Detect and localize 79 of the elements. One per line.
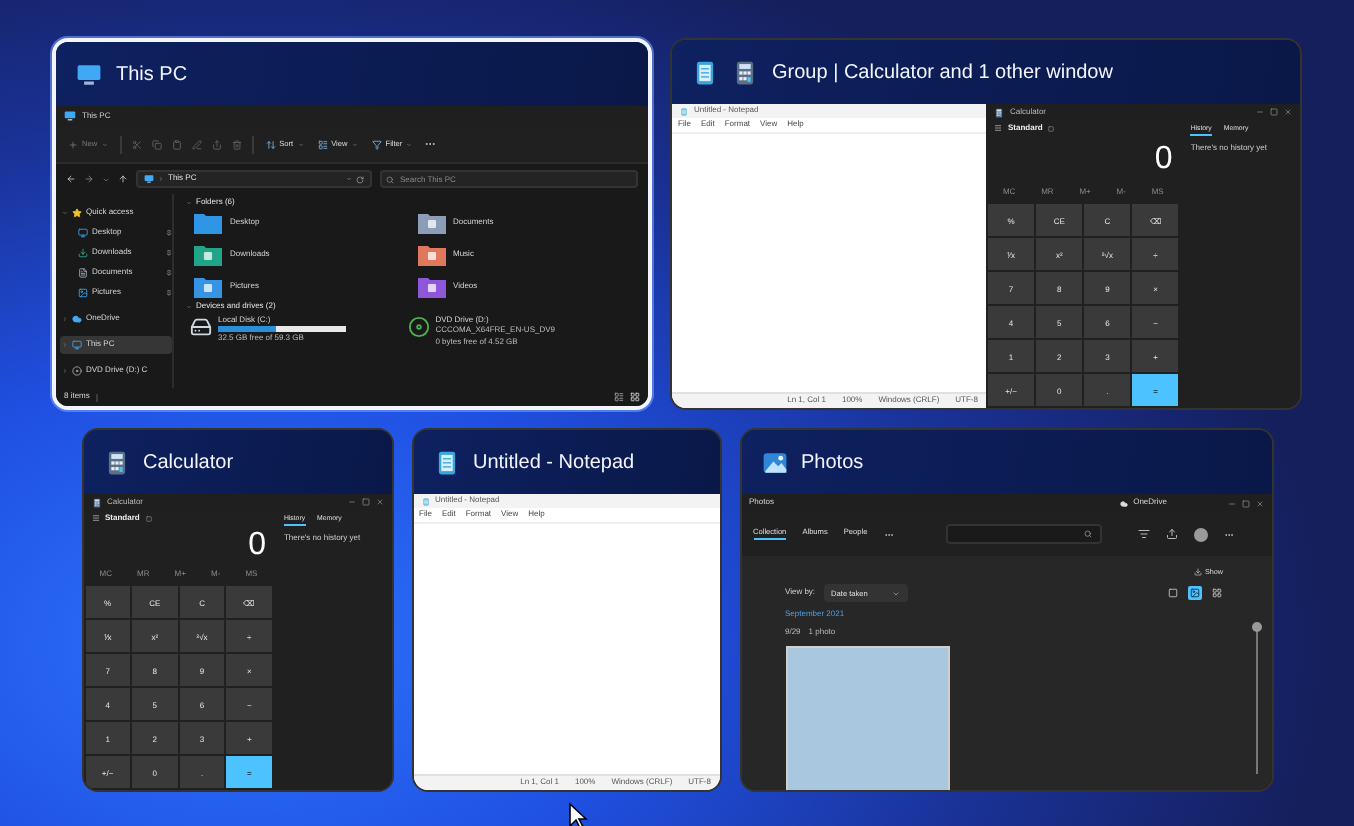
- notepad-icon: [692, 59, 718, 85]
- search-field[interactable]: [945, 524, 1102, 544]
- window-thumbnail[interactable]: [52, 38, 652, 410]
- view-mode-button[interactable]: [1187, 586, 1201, 600]
- pin-icon: [166, 290, 172, 296]
- folder-icon: [194, 275, 222, 298]
- list-icon[interactable]: [1137, 528, 1150, 540]
- calculator-display: 0: [1154, 144, 1173, 176]
- minimize-icon[interactable]: [1256, 108, 1264, 116]
- folder-icon: [417, 211, 445, 234]
- minimize-icon[interactable]: [1227, 499, 1235, 507]
- folder-icon: [417, 243, 445, 266]
- notepad-icon: [421, 497, 429, 505]
- cloud-icon: [1119, 499, 1128, 507]
- window-title: Photos: [801, 451, 864, 473]
- calculator-display: 0: [248, 530, 266, 562]
- mouse-pointer-icon: [568, 802, 588, 826]
- filter-icon: [371, 139, 382, 149]
- import-icon[interactable]: [1165, 528, 1178, 540]
- hard-drive-icon: [190, 315, 212, 338]
- document-icon: [78, 268, 88, 278]
- list-view-icon: [317, 139, 328, 149]
- search-icon: [1083, 530, 1092, 538]
- monitor-icon: [144, 174, 154, 184]
- window-title: Untitled - Notepad: [473, 451, 635, 473]
- grid-icon: [1211, 588, 1221, 598]
- avatar[interactable]: [1193, 527, 1208, 541]
- paste-icon[interactable]: [171, 139, 182, 149]
- keep-on-top-icon[interactable]: [1048, 125, 1055, 132]
- rename-icon[interactable]: [191, 139, 202, 149]
- calculator-icon: [994, 107, 1004, 117]
- maximize-icon[interactable]: [1270, 108, 1278, 116]
- minimize-icon[interactable]: [347, 498, 355, 506]
- picture-icon: [1189, 588, 1199, 598]
- monitor-icon: [64, 110, 76, 122]
- keep-on-top-icon[interactable]: [145, 515, 152, 522]
- disc-icon: [407, 315, 430, 338]
- monitor-icon: [78, 228, 88, 238]
- folder-icon: [194, 211, 222, 234]
- pin-icon: [166, 270, 172, 276]
- pin-icon: [166, 230, 172, 236]
- monitor-icon: [72, 340, 82, 350]
- tiles-view-icon[interactable]: [630, 392, 640, 402]
- share-icon[interactable]: [211, 139, 222, 149]
- calculator-icon: [732, 59, 758, 85]
- plus-icon: [68, 139, 78, 149]
- maximize-icon[interactable]: [1241, 499, 1249, 507]
- monitor-icon: [76, 61, 102, 87]
- details-view-icon[interactable]: [614, 392, 624, 402]
- folder-icon: [417, 275, 445, 298]
- folder-icon: [194, 243, 222, 266]
- download-icon: [78, 248, 88, 258]
- window-title: This PC: [116, 63, 188, 85]
- notepad-icon: [680, 107, 688, 115]
- cut-icon[interactable]: [131, 139, 142, 149]
- star-icon: [72, 208, 82, 218]
- copy-icon[interactable]: [151, 139, 162, 149]
- view-mode-button[interactable]: [1209, 586, 1223, 600]
- window-title: Calculator: [143, 451, 234, 473]
- delete-icon[interactable]: [231, 139, 242, 149]
- notepad-icon: [433, 449, 459, 475]
- search-icon: [386, 175, 394, 183]
- sort-icon: [265, 139, 276, 149]
- cloud-icon: [72, 314, 82, 324]
- back-icon[interactable]: [66, 174, 76, 184]
- photos-icon: [761, 449, 787, 475]
- scrollbar[interactable]: [1255, 626, 1257, 774]
- up-icon[interactable]: [118, 174, 128, 184]
- square-icon: [1167, 588, 1177, 598]
- picture-icon: [78, 288, 88, 298]
- refresh-icon: [356, 175, 364, 183]
- forward-icon[interactable]: [84, 174, 94, 184]
- pin-icon: [166, 250, 172, 256]
- maximize-icon[interactable]: [361, 498, 369, 506]
- calculator-icon: [103, 449, 129, 475]
- disc-icon: [72, 366, 82, 376]
- calculator-icon: [91, 497, 101, 507]
- arrow-down-icon: [1193, 568, 1201, 576]
- window-title: Group | Calculator and 1 other window: [772, 61, 1113, 83]
